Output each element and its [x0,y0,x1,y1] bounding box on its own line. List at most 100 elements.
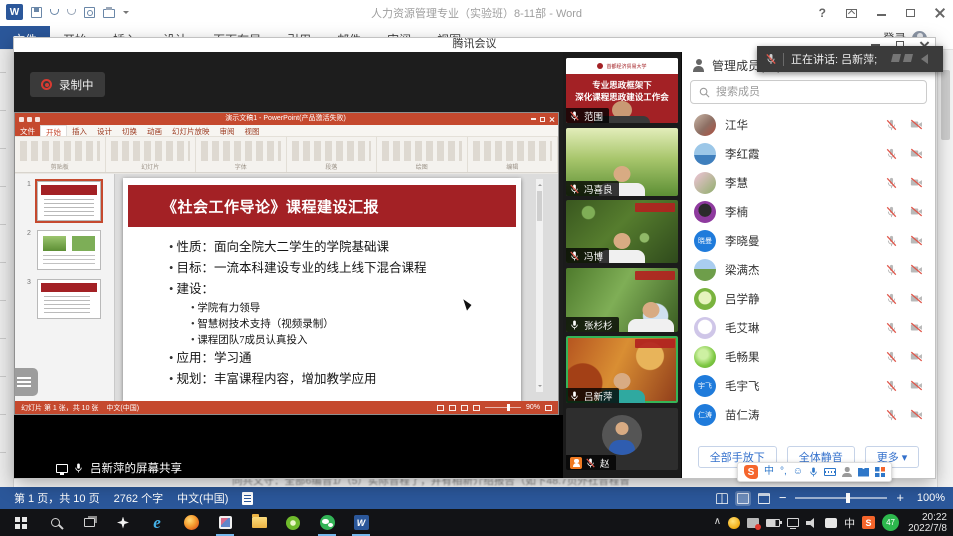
ppt-notes-icon[interactable] [437,405,444,411]
ppt-ribbon-group[interactable]: 段落 [287,137,378,172]
tray-alert-icon[interactable] [747,518,759,528]
sogou-ime-bar[interactable]: S 中 °, ☺ [737,462,892,482]
internet-explorer-icon[interactable] [140,509,174,536]
ime-toolbox-icon[interactable] [875,467,885,477]
zoom-in-icon[interactable]: + [896,493,904,503]
member-row[interactable]: 李慧 [682,168,935,197]
member-camera-off-icon[interactable] [910,177,923,188]
start-button[interactable] [4,509,38,536]
ppt-tab[interactable]: 插入 [67,125,92,136]
member-camera-off-icon[interactable] [910,351,923,362]
pinwheel-app-icon[interactable] [106,509,140,536]
tile-mic-icon[interactable] [570,110,580,122]
help-icon[interactable]: ? [819,6,826,20]
member-row[interactable]: 宇飞 毛宇飞 [682,371,935,400]
print-layout-icon[interactable] [737,493,749,504]
notification-icon[interactable] [825,518,837,528]
ime-voice-icon[interactable] [809,466,818,478]
member-mic-muted-icon[interactable] [886,235,897,247]
tile-mic-icon[interactable] [570,183,580,195]
tile-mic-icon[interactable] [570,319,580,331]
slide-thumbnail[interactable]: 3 [27,279,110,319]
ppt-tab[interactable]: 开始 [40,125,67,136]
member-camera-off-icon[interactable] [910,409,923,420]
video-tile[interactable]: 首都经济贸易大学 专业思政框架下深化课程思政建设工作会 范围 [566,58,678,123]
read-mode-icon[interactable] [716,493,728,504]
ime-account-icon[interactable] [842,467,852,477]
ppt-tab[interactable]: 文件 [15,125,40,136]
ppt-tab[interactable]: 审阅 [215,125,240,136]
tray-expand-icon[interactable]: ∧ [714,516,721,527]
ime-punctuation-toggle[interactable]: °, [780,463,787,481]
slide-thumbnail[interactable]: 1 [27,181,110,221]
member-camera-off-icon[interactable] [910,264,923,275]
member-row[interactable]: 梁满杰 [682,255,935,284]
web-layout-icon[interactable] [758,493,770,504]
scroll-up-icon[interactable] [942,56,950,64]
tray-coin-icon[interactable] [728,517,740,529]
network-icon[interactable] [787,518,799,527]
word-icon[interactable] [344,509,378,536]
member-camera-off-icon[interactable] [910,322,923,333]
member-camera-off-icon[interactable] [910,380,923,391]
flag-icon[interactable] [891,54,901,62]
tile-mic-icon[interactable] [570,250,580,262]
ppt-ribbon-group[interactable]: 绘图 [377,137,468,172]
tooltip-action-icons[interactable] [892,54,928,64]
ppt-ribbon-group[interactable]: 编辑 [468,137,559,172]
recording-indicator[interactable]: 录制中 [30,72,105,97]
member-camera-off-icon[interactable] [910,148,923,159]
ppt-tab[interactable]: 设计 [92,125,117,136]
ppt-maximize-icon[interactable] [540,117,545,122]
search-icon[interactable] [38,509,72,536]
clock[interactable]: 20:22 2022/7/8 [908,512,949,534]
member-mic-muted-icon[interactable] [886,119,897,131]
scroll-down-icon[interactable] [942,473,950,481]
minimize-icon[interactable] [877,14,886,16]
member-row[interactable]: 李红霞 [682,139,935,168]
ime-keyboard-icon[interactable] [824,468,836,476]
ppt-tab[interactable]: 切换 [117,125,142,136]
word-scrollbar[interactable] [937,50,953,487]
file-explorer-icon[interactable] [242,509,276,536]
language-indicator[interactable]: 中文(中国) [177,490,228,506]
ppt-scrollbar[interactable] [535,178,544,393]
reply-arrow-icon[interactable] [916,54,928,64]
panel-toggle-button[interactable] [14,368,38,396]
ppt-tab[interactable]: 幻灯片放映 [167,125,215,136]
video-tile[interactable]: 冯博 [566,200,678,263]
member-search-box[interactable] [690,80,927,104]
ppt-ribbon-group[interactable]: 字体 [196,137,287,172]
task-view-icon[interactable] [72,509,106,536]
zoom-level[interactable]: 100% [913,492,945,504]
video-tile[interactable]: 赵 [566,408,678,470]
ime-skin-icon[interactable] [858,468,869,477]
member-camera-off-icon[interactable] [910,206,923,217]
member-mic-muted-icon[interactable] [886,409,897,421]
battery-icon[interactable] [766,519,780,527]
ime-indicator[interactable]: 中 [844,515,855,531]
member-mic-muted-icon[interactable] [886,148,897,160]
firefox-icon[interactable] [174,509,208,536]
member-camera-off-icon[interactable] [910,235,923,246]
wechat-icon[interactable] [310,509,344,536]
ppt-tab[interactable]: 动画 [142,125,167,136]
ppt-minimize-icon[interactable] [531,118,536,119]
member-mic-muted-icon[interactable] [886,293,897,305]
ppt-ribbon-group[interactable]: 剪贴板 [15,137,106,172]
proofing-icon[interactable] [242,492,253,505]
green-app-icon[interactable] [276,509,310,536]
tile-mic-icon[interactable] [586,457,596,469]
ppt-slideshow-icon[interactable] [473,405,480,411]
member-row[interactable]: 吕学静 [682,284,935,313]
ppt-tab[interactable]: 视图 [240,125,265,136]
maximize-icon[interactable] [906,9,915,17]
ppt-zoom-slider[interactable] [485,407,521,409]
member-mic-muted-icon[interactable] [886,322,897,334]
member-mic-muted-icon[interactable] [886,206,897,218]
scroll-thumb[interactable] [941,70,950,140]
member-row[interactable]: 毛艾琳 [682,313,935,342]
ribbon-display-options-icon[interactable] [846,9,857,18]
member-row[interactable]: 江华 [682,110,935,139]
word-count[interactable]: 2762 个字 [114,490,164,506]
